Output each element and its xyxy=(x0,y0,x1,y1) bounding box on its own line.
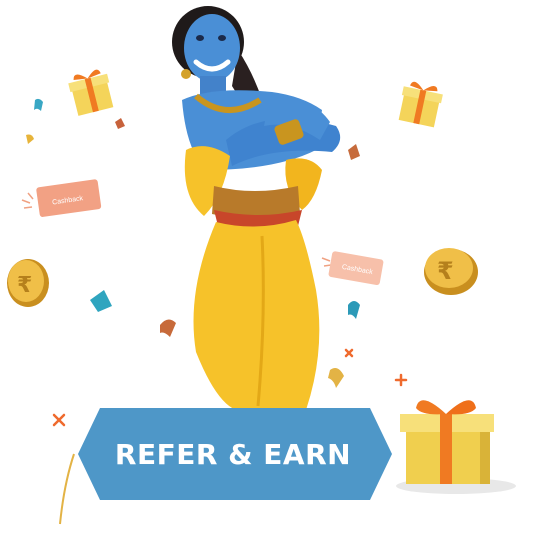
svg-text:₹: ₹ xyxy=(437,257,454,285)
refer-earn-label[interactable]: REFER & EARN xyxy=(78,408,388,500)
cashback-ticket-icon: Cashback xyxy=(328,251,384,286)
gift-box-icon xyxy=(68,69,114,116)
gift-box-icon xyxy=(398,81,443,128)
rupee-coin-icon: ₹ xyxy=(7,259,49,307)
refer-earn-illustration: Cashback Cashback ₹ ₹ REFER & EARN xyxy=(0,0,544,542)
rupee-coin-icon: ₹ xyxy=(424,248,478,295)
cashback-ticket-icon: Cashback xyxy=(36,179,102,217)
large-gift-box-icon xyxy=(396,400,516,494)
svg-text:₹: ₹ xyxy=(17,273,32,298)
genie-character xyxy=(172,6,341,410)
